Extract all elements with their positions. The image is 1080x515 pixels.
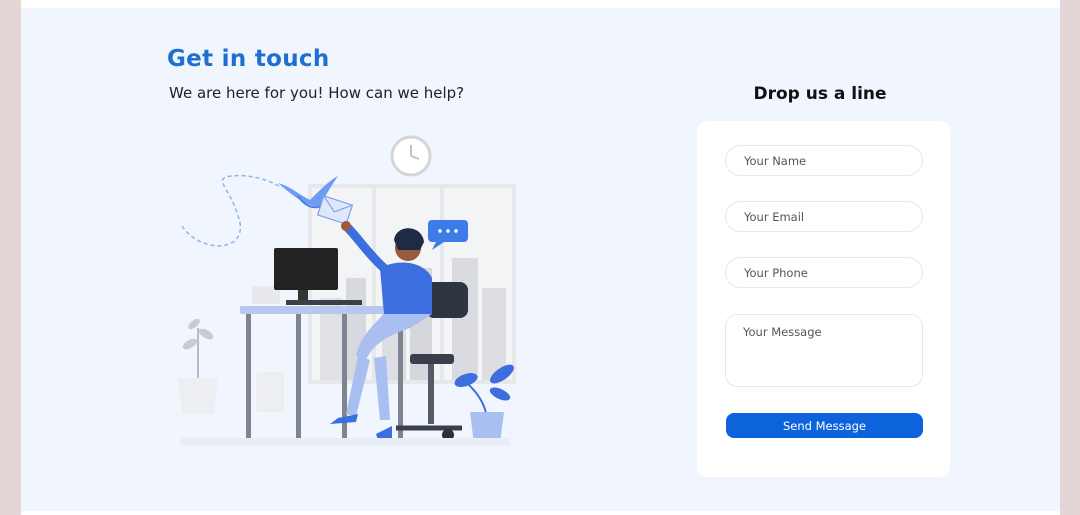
send-message-button[interactable]: Send Message xyxy=(726,413,923,438)
contact-subheading: We are here for you! How can we help? xyxy=(169,84,465,102)
contact-form: Send Message xyxy=(697,121,950,477)
name-field[interactable] xyxy=(725,145,923,176)
email-field[interactable] xyxy=(725,201,923,232)
plant-icon xyxy=(178,318,218,414)
support-agent-illustration xyxy=(178,135,516,446)
flight-path xyxy=(181,174,283,247)
contact-heading: Get in touch xyxy=(167,46,330,72)
form-title: Drop us a line xyxy=(753,84,887,104)
clock-icon xyxy=(390,135,432,177)
message-field[interactable] xyxy=(725,314,923,387)
phone-field[interactable] xyxy=(725,257,923,288)
trash-bin xyxy=(256,372,284,412)
